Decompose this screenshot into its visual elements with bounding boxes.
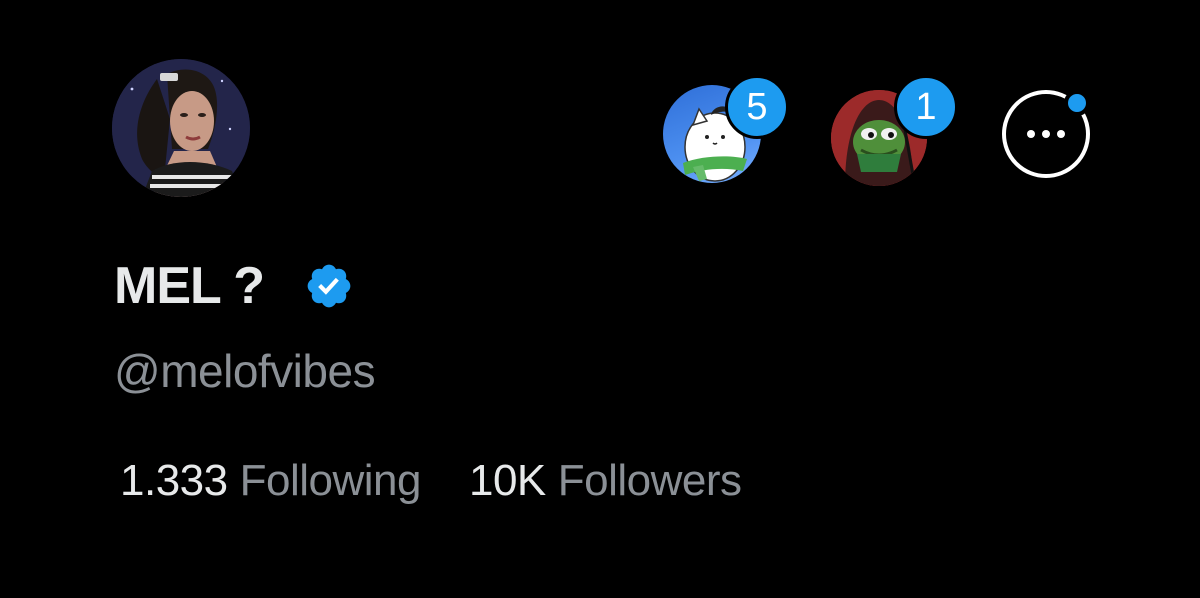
followers-link[interactable]: 10K Followers xyxy=(469,456,742,506)
notification-count-badge: 5 xyxy=(725,75,789,139)
following-count: 1.333 xyxy=(120,456,228,505)
more-horizontal-icon-dot xyxy=(1057,130,1065,138)
follow-stats: 1.333 Following 10K Followers xyxy=(120,456,790,506)
profile-photo-icon xyxy=(112,59,250,197)
notification-dot xyxy=(1064,90,1090,116)
display-name: MEL ? xyxy=(114,257,265,315)
profile-avatar[interactable] xyxy=(112,59,250,197)
followers-count: 10K xyxy=(468,456,546,505)
profile-header: 5 1 MEL ? @melofvibes 1.333 Following 10… xyxy=(0,0,1200,598)
followers-label: Followers xyxy=(557,456,742,505)
verified-badge-icon[interactable] xyxy=(304,261,354,311)
more-horizontal-icon-dot xyxy=(1042,130,1050,138)
name-row: MEL ? xyxy=(114,254,354,318)
username-handle: @melofvibes xyxy=(114,345,376,397)
following-label: Following xyxy=(239,456,422,505)
more-horizontal-icon xyxy=(1027,130,1035,138)
following-link[interactable]: 1.333 Following xyxy=(120,456,421,506)
notification-count-badge: 1 xyxy=(894,75,958,139)
